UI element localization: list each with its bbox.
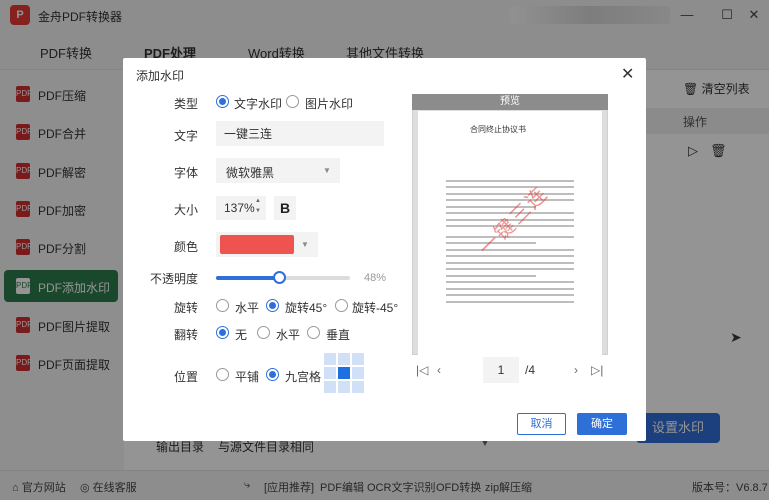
rotate-label: 旋转 [173,301,198,315]
doc-line [446,249,574,251]
grid-cell[interactable] [324,353,336,365]
font-select-value: 微软雅黑 [226,166,275,180]
radio-label: 无 [235,328,248,342]
opacity-value: 48% [364,272,387,284]
bold-button[interactable]: B [274,196,296,220]
radio-label: 垂直 [326,328,351,342]
chevron-down-icon: ▼ [323,166,331,175]
radio-rotate-neg45[interactable] [335,299,348,312]
radio-position-tile[interactable] [216,368,229,381]
mouse-cursor-icon: ➤ [730,329,742,345]
doc-line [446,268,574,270]
type-label: 类型 [173,97,198,111]
stepper-down-icon[interactable]: ▼ [255,208,261,214]
doc-line [446,186,574,188]
grid-cell[interactable] [352,353,364,365]
radio-image-watermark[interactable] [286,95,299,108]
doc-line [446,193,574,195]
radio-flip-vertical[interactable] [307,326,320,339]
grid-cell[interactable] [338,381,350,393]
grid-cell[interactable] [338,367,350,379]
font-label: 字体 [173,166,198,180]
watermark-text-input[interactable] [216,121,384,146]
first-page-icon[interactable]: |◁ [416,363,428,377]
page-number-input[interactable]: 1 [483,357,519,383]
radio-position-grid[interactable] [266,368,279,381]
preview-header: 预览 [412,94,608,110]
dialog-title: 添加水印 [136,69,185,83]
stepper-up-icon[interactable]: ▲ [255,198,261,204]
size-value: 137% [224,201,255,215]
grid-cell[interactable] [352,381,364,393]
radio-label: 旋转-45° [352,301,399,315]
radio-label: 图片水印 [305,97,354,111]
grid-cell[interactable] [352,367,364,379]
size-label: 大小 [173,203,198,217]
prev-page-icon[interactable]: ‹ [437,363,441,377]
grid-cell[interactable] [324,367,336,379]
color-swatch [220,235,294,254]
radio-label: 水平 [235,301,260,315]
doc-line [446,275,536,277]
doc-line [446,288,574,290]
chevron-down-icon: ▼ [301,240,309,249]
ok-button[interactable]: 确定 [577,413,627,435]
grid-cell[interactable] [324,381,336,393]
opacity-slider-fill [216,276,281,280]
doc-line [446,180,574,182]
radio-label: 文字水印 [234,97,283,111]
doc-line [446,301,574,303]
grid-cell[interactable] [338,353,350,365]
close-icon[interactable]: ✕ [621,64,634,84]
radio-flip-none[interactable] [216,326,229,339]
radio-label: 九宫格 [285,370,322,384]
radio-label: 平铺 [235,370,260,384]
radio-label: 旋转45° [285,301,328,315]
radio-flip-horizontal[interactable] [257,326,270,339]
radio-rotate-horizontal[interactable] [216,299,229,312]
radio-label: 水平 [276,328,301,342]
doc-line [446,262,574,264]
radio-text-watermark[interactable] [216,95,229,108]
preview-doc-title: 合同终止协议书 [470,125,526,134]
flip-label: 翻转 [173,328,198,342]
doc-line [446,294,574,296]
color-label: 颜色 [173,240,198,254]
doc-line [446,281,574,283]
next-page-icon[interactable]: › [574,363,578,377]
last-page-icon[interactable]: ▷| [591,363,603,377]
position-label: 位置 [173,370,198,384]
cancel-button[interactable]: 取消 [517,413,566,435]
page-total: /4 [525,363,536,377]
radio-rotate-45[interactable] [266,299,279,312]
opacity-label: 不透明度 [149,272,198,286]
doc-line [446,255,574,257]
text-label: 文字 [173,129,198,143]
